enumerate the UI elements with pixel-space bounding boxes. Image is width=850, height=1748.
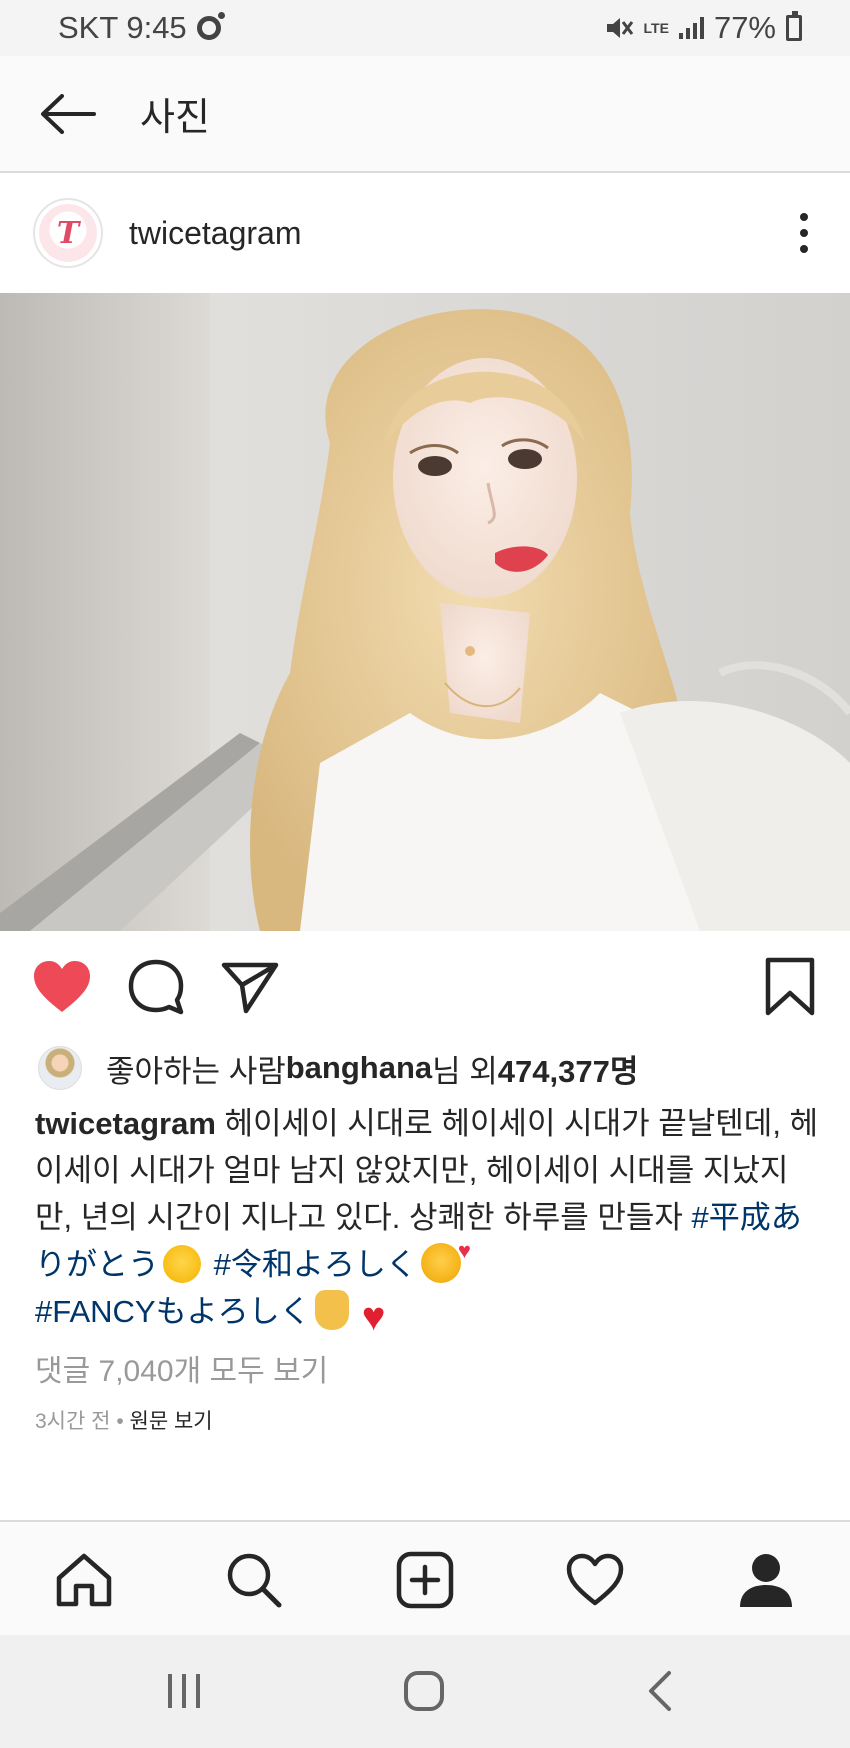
- app-header: 사진: [0, 56, 850, 173]
- network-type: LTE: [643, 20, 669, 36]
- author-avatar[interactable]: T: [33, 198, 103, 268]
- page-title: 사진: [140, 97, 210, 139]
- selfie-image: [0, 293, 850, 931]
- android-nav-bar: [0, 1635, 850, 1748]
- likes-middle: 님 외: [432, 1053, 498, 1089]
- likes-row[interactable]: 좋아하는 사람 banghana 님 외 474,377명: [0, 1042, 850, 1094]
- post-time: 3시간 전: [35, 1410, 111, 1433]
- view-all-comments-link[interactable]: 댓글 7,040개 모두 보기: [35, 1346, 328, 1390]
- post-timestamp-row: 3시간 전 • 원문 보기: [35, 1405, 213, 1435]
- notification-dot-icon: [196, 12, 225, 40]
- twice-logo: T: [39, 204, 97, 262]
- post-header: T twicetagram: [0, 173, 850, 293]
- recents-icon[interactable]: [154, 1665, 214, 1717]
- battery-icon: [786, 11, 802, 41]
- home-icon[interactable]: [52, 1548, 116, 1612]
- hashtag-fancy[interactable]: #FANCYもよろしく: [35, 1294, 311, 1329]
- carrier-time: SKT 9:45: [58, 10, 187, 45]
- caption-username[interactable]: twicetagram: [35, 1106, 216, 1141]
- post-photo[interactable]: [0, 293, 850, 931]
- search-icon[interactable]: [222, 1548, 286, 1612]
- signal-icon: [678, 17, 704, 39]
- post-caption: twicetagram 헤이세이 시대로 헤이세이 시대가 끝날텐데, 헤이세이…: [35, 1100, 825, 1337]
- more-vertical-icon[interactable]: [798, 213, 810, 253]
- battery-percent: 77%: [713, 10, 776, 45]
- smiling-face-emoji-icon: [163, 1245, 201, 1283]
- rock-on-hand-emoji-icon: [314, 1290, 349, 1330]
- android-home-icon[interactable]: [394, 1665, 454, 1717]
- liker-avatar: [38, 1046, 82, 1090]
- bottom-tab-bar: [0, 1520, 850, 1635]
- post-actions: [0, 945, 850, 1030]
- hashtag-reiwa[interactable]: #令和よろしく: [214, 1247, 417, 1282]
- status-right: LTE 77%: [604, 10, 802, 46]
- add-post-icon[interactable]: [393, 1548, 457, 1612]
- liker-username[interactable]: banghana: [286, 1050, 432, 1086]
- separator: •: [110, 1410, 130, 1433]
- heart-outline-icon[interactable]: [563, 1548, 627, 1612]
- likes-prefix: 좋아하는 사람: [106, 1053, 286, 1089]
- android-back-icon[interactable]: [630, 1665, 690, 1717]
- status-bar: SKT 9:45 LTE 77%: [0, 0, 850, 56]
- smiling-face-hearts-emoji-icon: [420, 1231, 471, 1283]
- see-original-link[interactable]: 원문 보기: [130, 1410, 213, 1433]
- heart-filled-icon[interactable]: [30, 955, 94, 1019]
- comment-icon[interactable]: [124, 955, 188, 1019]
- send-icon[interactable]: [218, 955, 282, 1019]
- author-username[interactable]: twicetagram: [129, 215, 302, 252]
- profile-icon[interactable]: [734, 1548, 798, 1612]
- red-heart-emoji-icon: ♥: [361, 1295, 386, 1339]
- bookmark-icon[interactable]: [758, 955, 822, 1019]
- likes-count[interactable]: 474,377명: [498, 1046, 639, 1091]
- mute-icon: [606, 18, 633, 38]
- arrow-left-icon[interactable]: [14, 55, 122, 172]
- status-left: SKT 9:45: [58, 10, 225, 46]
